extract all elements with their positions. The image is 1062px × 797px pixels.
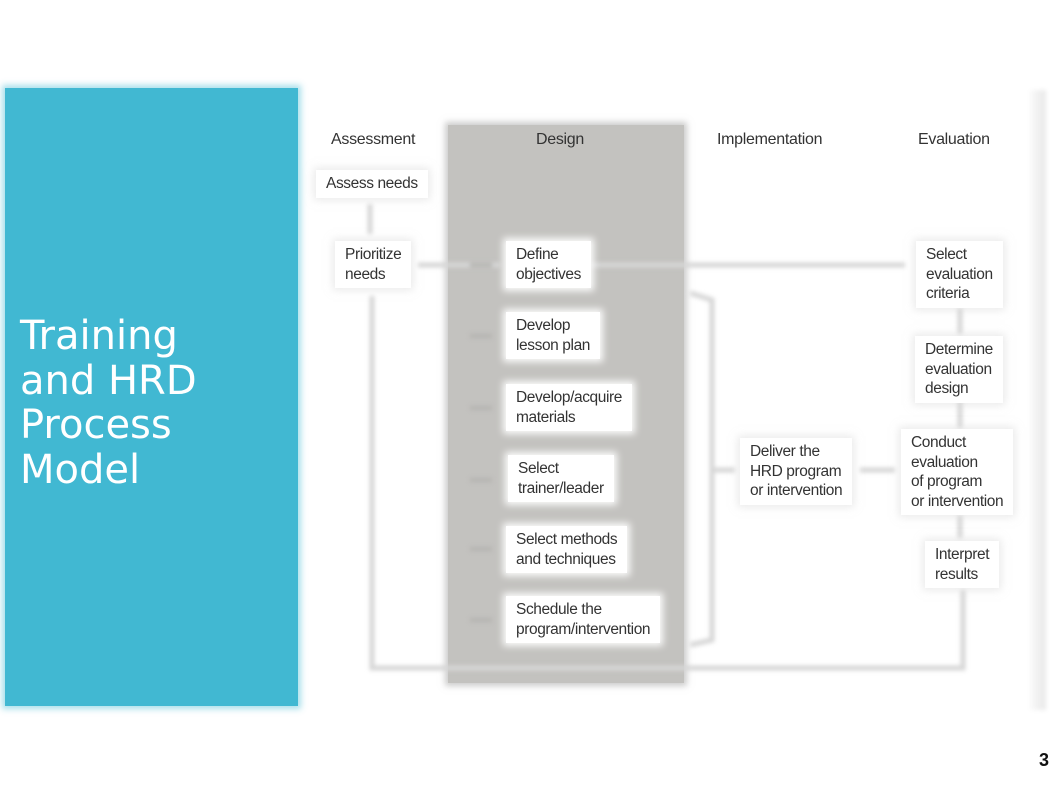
step-line: and techniques <box>516 550 616 568</box>
phase-header-design: Design <box>536 131 585 148</box>
step-line: Schedule the <box>516 601 602 618</box>
step-line: results <box>935 565 978 583</box>
step-line: design <box>925 380 969 397</box>
step-line: objectives <box>516 265 581 283</box>
step-conduct-evaluation: Conduct evaluation of program or interve… <box>901 429 1014 515</box>
step-interpret-results: Interpret results <box>925 541 1000 588</box>
step-line: Assess needs <box>326 175 418 192</box>
step-line: of program <box>911 473 982 490</box>
step-deliver-program: Deliver the HRD program or intervention <box>740 438 853 505</box>
phase-header-assessment: Assessment <box>331 131 416 148</box>
slide-number: 3 <box>1039 750 1050 770</box>
step-prioritize-needs: Prioritize needs <box>335 241 412 288</box>
step-line: Interpret <box>935 546 990 563</box>
step-line: Develop/acquire <box>516 389 623 406</box>
step-line: evaluation <box>925 360 992 378</box>
step-line: materials <box>516 408 576 426</box>
step-select-trainer: Select trainer/leader <box>508 455 614 502</box>
step-line: or intervention <box>911 492 1004 510</box>
step-line: Select <box>926 246 967 263</box>
step-select-evaluation-criteria: Select evaluation criteria <box>916 241 1003 308</box>
step-line: Develop <box>516 317 571 334</box>
step-line: Prioritize <box>345 246 402 263</box>
step-line: criteria <box>926 285 970 302</box>
step-line: trainer/leader <box>518 479 604 497</box>
phase-header-evaluation: Evaluation <box>918 131 990 148</box>
step-develop-lesson-plan: Develop lesson plan <box>506 312 601 359</box>
step-line: needs <box>345 265 386 283</box>
step-line: Conduct <box>911 434 966 451</box>
step-define-objectives: Define objectives <box>506 241 591 288</box>
step-schedule-program: Schedule the program/intervention <box>506 596 661 643</box>
step-line: evaluation <box>926 265 993 283</box>
step-line: or intervention <box>750 482 843 499</box>
step-line: lesson plan <box>516 336 591 354</box>
step-line: Deliver the <box>750 443 820 460</box>
step-select-methods: Select methods and techniques <box>506 526 628 573</box>
phase-header-implementation: Implementation <box>717 131 823 148</box>
step-line: program/intervention <box>516 620 651 638</box>
step-line: Define <box>516 246 559 263</box>
step-develop-acquire-materials: Develop/acquire materials <box>506 384 633 431</box>
connector-design-bracket <box>689 290 715 648</box>
step-determine-evaluation-design: Determine evaluation design <box>915 336 1003 403</box>
step-line: Select <box>518 460 559 477</box>
connector-feedback-loop <box>369 296 966 671</box>
step-line: Determine <box>925 341 993 358</box>
step-line: evaluation <box>911 453 978 471</box>
step-line: HRD program <box>750 462 842 480</box>
step-line: Select methods <box>516 531 618 548</box>
step-assess-needs: Assess needs <box>316 170 428 198</box>
